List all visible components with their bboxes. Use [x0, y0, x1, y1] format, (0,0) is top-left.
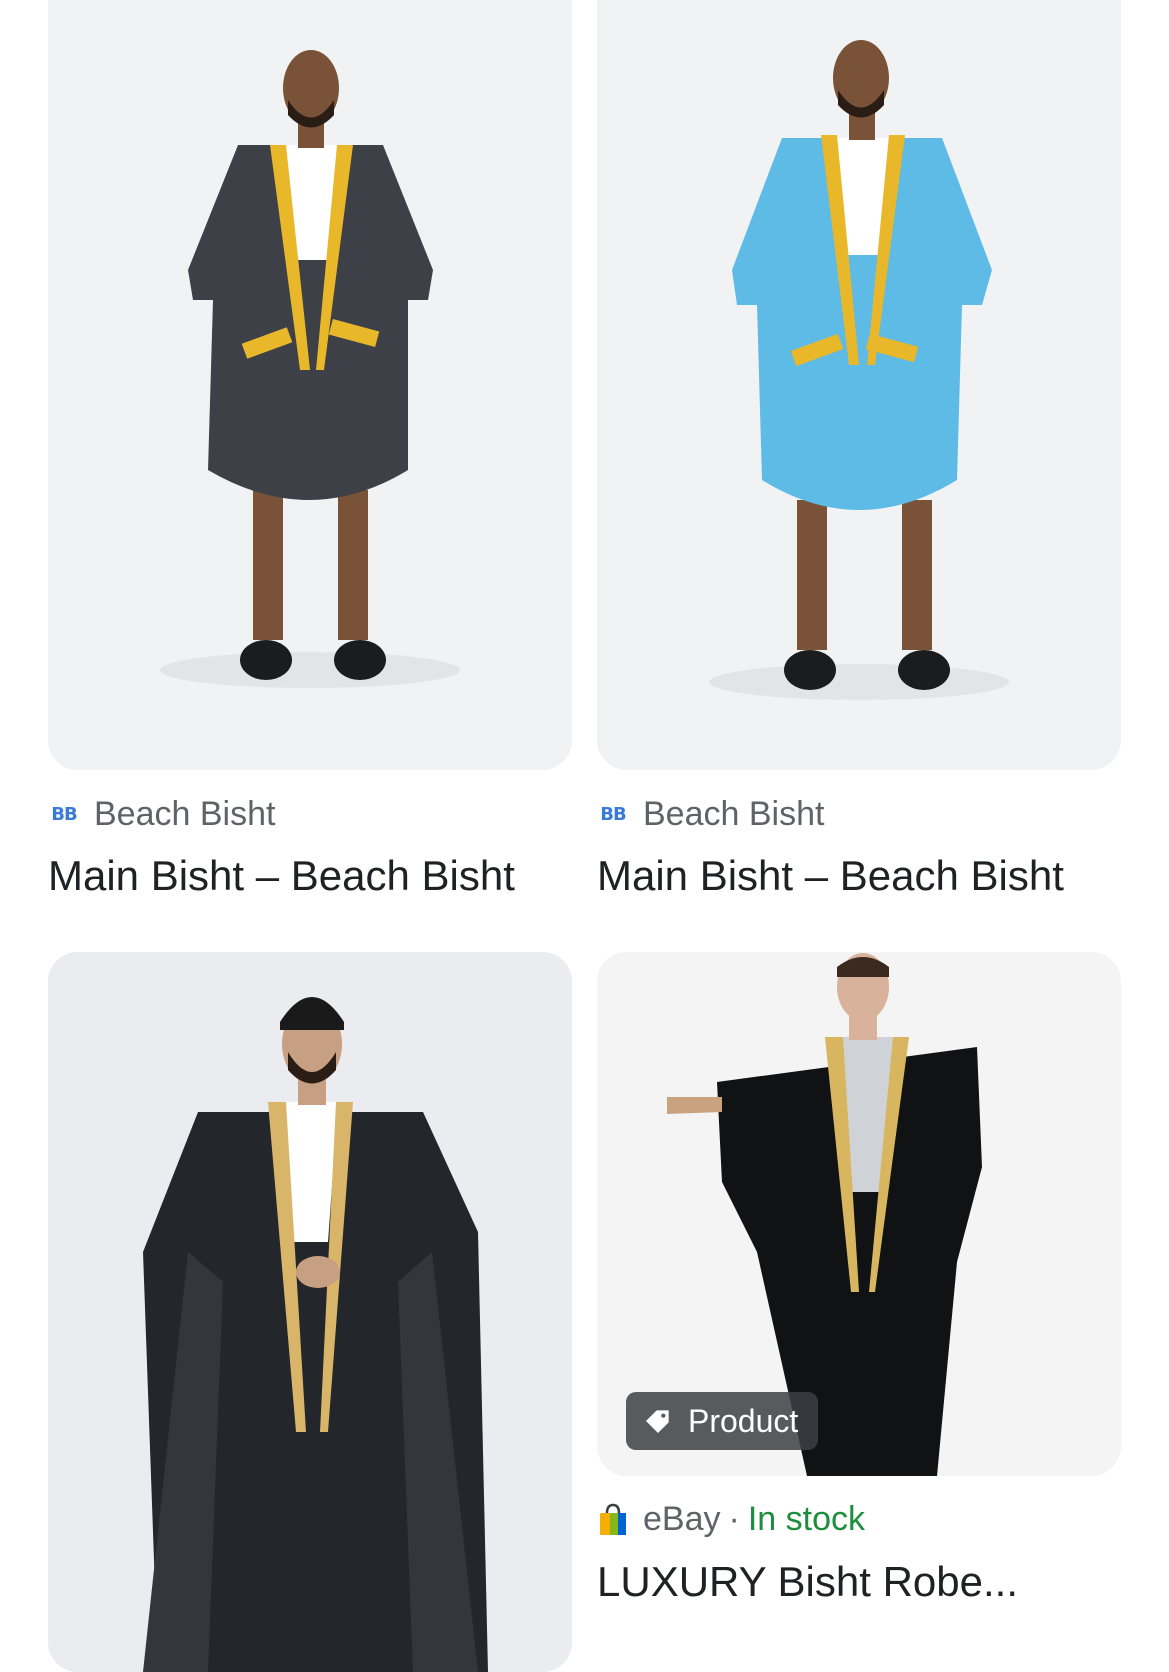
shopping-bag-icon — [597, 1503, 629, 1537]
source-name: eBay — [643, 1500, 721, 1538]
result-image-2[interactable] — [597, 0, 1121, 770]
grey-bisht-photo — [48, 0, 572, 770]
result-title-4[interactable]: LUXURY Bisht Robe... — [597, 1558, 1018, 1606]
result-source-1[interactable]: BB Beach Bisht — [48, 795, 275, 834]
result-image-1[interactable] — [48, 0, 572, 770]
result-source-2[interactable]: BB Beach Bisht — [597, 795, 824, 834]
separator: · — [728, 1500, 740, 1538]
result-image-3[interactable] — [48, 952, 572, 1672]
black-bisht-photo — [48, 952, 572, 1672]
beach-bisht-favicon-icon: BB — [600, 804, 626, 825]
result-source-4[interactable]: eBay · In stock — [597, 1500, 865, 1539]
source-name: Beach Bisht — [94, 795, 276, 833]
stock-status: In stock — [747, 1500, 865, 1538]
badge-label: Product — [688, 1402, 799, 1439]
blue-bisht-photo — [597, 0, 1121, 770]
product-badge: Product — [626, 1392, 819, 1450]
result-title-1[interactable]: Main Bisht – Beach Bisht — [48, 852, 515, 900]
source-name: Beach Bisht — [643, 795, 825, 833]
tag-icon — [646, 1410, 669, 1433]
result-title-2[interactable]: Main Bisht – Beach Bisht — [597, 852, 1064, 900]
beach-bisht-favicon-icon: BB — [51, 804, 77, 825]
